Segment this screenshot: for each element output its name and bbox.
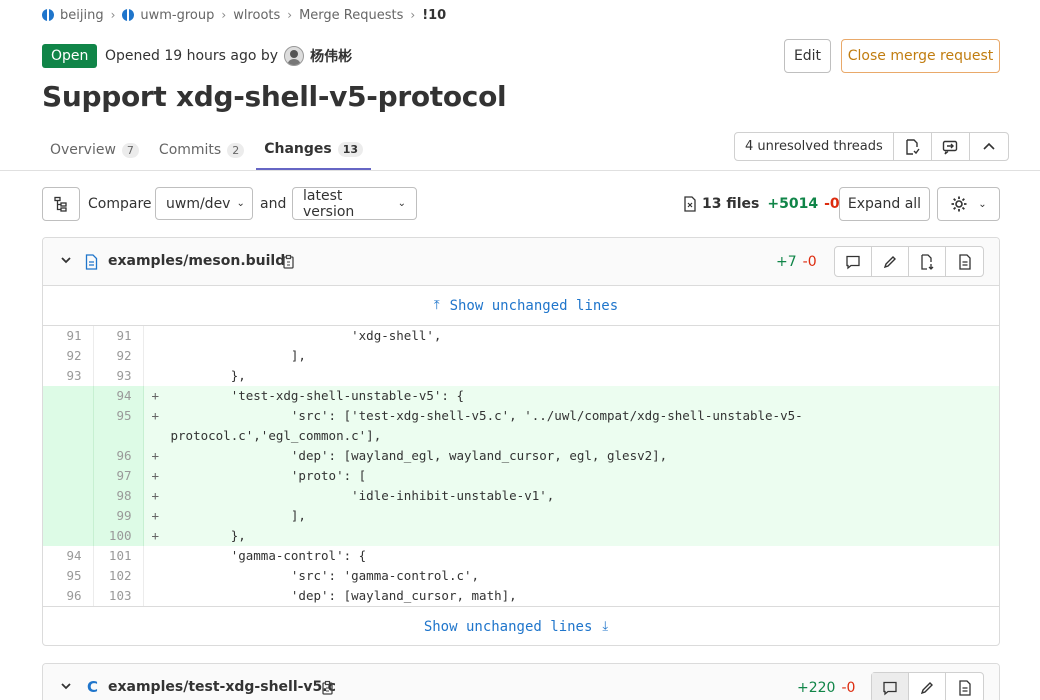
- breadcrumb-item-merge-requests[interactable]: Merge Requests: [299, 8, 403, 23]
- view-file-icon[interactable]: [946, 673, 983, 700]
- diff-settings-button[interactable]: ⌄: [937, 187, 1000, 221]
- and-label: and: [260, 196, 287, 212]
- file-actions: [871, 672, 984, 700]
- chevron-down-icon: ⌄: [236, 198, 245, 209]
- diff-line-added: 97 + 'proto': [: [43, 466, 999, 486]
- breadcrumb-item-wlroots[interactable]: wlroots: [233, 8, 280, 23]
- copy-icon[interactable]: [321, 680, 335, 700]
- mr-tabs: Overview 7 Commits 2 Changes 13: [42, 130, 375, 170]
- diff-line-added: 99 + ],: [43, 506, 999, 526]
- diff-file: C examples/test-xdg-shell-v5.c +220 -0: [42, 663, 1000, 700]
- gear-icon: [951, 196, 967, 212]
- unresolved-threads-label[interactable]: 4 unresolved threads: [735, 133, 894, 160]
- next-thread-icon[interactable]: [932, 133, 970, 160]
- chevron-down-icon: ⌄: [397, 198, 406, 209]
- chevron-down-icon[interactable]: [61, 681, 71, 694]
- tab-overview[interactable]: Overview 7: [42, 130, 147, 170]
- comment-icon[interactable]: [872, 673, 909, 700]
- breadcrumb-item-mr-id[interactable]: !10: [422, 8, 446, 23]
- expand-down-icon: ⤓: [602, 619, 609, 634]
- comment-icon[interactable]: [835, 247, 872, 276]
- diff-line-added: 100 + },: [43, 526, 999, 546]
- diff-line: 93 93 },: [43, 366, 999, 386]
- diff-line: 92 92 ],: [43, 346, 999, 366]
- breadcrumb-item-uwm-group[interactable]: uwm-group: [122, 8, 214, 23]
- tab-count: 13: [337, 141, 364, 157]
- copy-icon[interactable]: [282, 254, 296, 274]
- opened-info: Opened 19 hours ago by 杨伟彬: [105, 46, 353, 66]
- chevron-right-icon: ›: [110, 8, 116, 22]
- avatar[interactable]: [284, 46, 305, 66]
- group-icon: [122, 9, 135, 21]
- file-tree-icon: [54, 196, 67, 212]
- diff-line-added: protocol.c','egl_common.c'],: [43, 426, 999, 446]
- close-merge-request-button[interactable]: Close merge request: [841, 39, 1000, 73]
- edit-button[interactable]: Edit: [784, 39, 831, 73]
- pencil-icon[interactable]: [909, 673, 946, 700]
- breadcrumb-item-beijing[interactable]: beijing: [42, 8, 104, 23]
- chevron-right-icon: ›: [287, 8, 293, 22]
- file-icon: [85, 254, 98, 274]
- chevron-right-icon: ›: [410, 8, 416, 22]
- diff-file-header: C examples/test-xdg-shell-v5.c +220 -0: [43, 664, 999, 700]
- status-badge: Open: [42, 44, 98, 68]
- chevron-down-icon[interactable]: [61, 255, 71, 268]
- show-unchanged-lines-bottom[interactable]: Show unchanged lines ⤓: [43, 606, 999, 645]
- file-diff-stats: +220 -0: [797, 680, 856, 696]
- show-unchanged-lines-top[interactable]: ⤒ Show unchanged lines: [43, 286, 999, 326]
- diff-stats: 13 files +5014 -0: [683, 196, 840, 212]
- diff-line-added: 98 + 'idle-inhibit-unstable-v1',: [43, 486, 999, 506]
- unresolved-threads-group: 4 unresolved threads: [734, 132, 1009, 161]
- file-name[interactable]: examples/meson.build: [108, 253, 285, 269]
- breadcrumb: beijing › uwm-group › wlroots › Merge Re…: [42, 7, 446, 23]
- diff-table: 91 91 'xdg-shell', 92 92 ], 93 93 }, 94 + 't…: [43, 326, 999, 606]
- tabs-divider: [0, 170, 1040, 171]
- file-name[interactable]: examples/test-xdg-shell-v5.c: [108, 679, 336, 695]
- resolve-thread-icon[interactable]: [894, 133, 932, 160]
- chevron-right-icon: ›: [221, 8, 227, 22]
- diff-line-added: 96 + 'dep': [wayland_egl, wayland_cursor,…: [43, 446, 999, 466]
- tab-count: 2: [227, 142, 245, 158]
- file-diff-stats: +7 -0: [776, 254, 817, 270]
- expand-file-icon[interactable]: [909, 247, 946, 276]
- page-title: Support xdg-shell-v5-protocol: [42, 80, 507, 113]
- tab-changes[interactable]: Changes 13: [256, 130, 372, 170]
- expand-all-button[interactable]: Expand all: [839, 187, 930, 221]
- file-tree-toggle-button[interactable]: [42, 187, 80, 221]
- diff-line: 95 102 'src': 'gamma-control.c',: [43, 566, 999, 586]
- diff-file: examples/meson.build +7 -0 ⤒ Show unchange…: [42, 237, 1000, 646]
- file-actions: [834, 246, 984, 277]
- c-file-icon: C: [87, 678, 99, 696]
- chevron-down-icon: ⌄: [978, 198, 987, 210]
- author-link[interactable]: 杨伟彬: [310, 46, 352, 66]
- doc-changes-icon: [684, 196, 696, 212]
- group-icon: [42, 9, 54, 21]
- target-version-select[interactable]: latest version ⌄: [292, 187, 417, 220]
- compare-label: Compare: [88, 196, 152, 212]
- tab-commits[interactable]: Commits 2: [151, 130, 252, 170]
- diff-file-header: examples/meson.build +7 -0: [43, 238, 999, 286]
- expand-up-icon: ⤒: [433, 298, 440, 313]
- tab-count: 7: [121, 142, 139, 158]
- pencil-icon[interactable]: [872, 247, 909, 276]
- diff-line: 96 103 'dep': [wayland_cursor, math],: [43, 586, 999, 606]
- diff-line-added: 95 + 'src': ['test-xdg-shell-v5.c', '../u…: [43, 406, 999, 426]
- diff-line-added: 94 + 'test-xdg-shell-unstable-v5': {: [43, 386, 999, 406]
- diff-line: 91 91 'xdg-shell',: [43, 326, 999, 346]
- collapse-icon[interactable]: [970, 133, 1008, 160]
- diff-line: 94 101 'gamma-control': {: [43, 546, 999, 566]
- view-file-icon[interactable]: [946, 247, 983, 276]
- source-version-select[interactable]: uwm/dev ⌄: [155, 187, 253, 220]
